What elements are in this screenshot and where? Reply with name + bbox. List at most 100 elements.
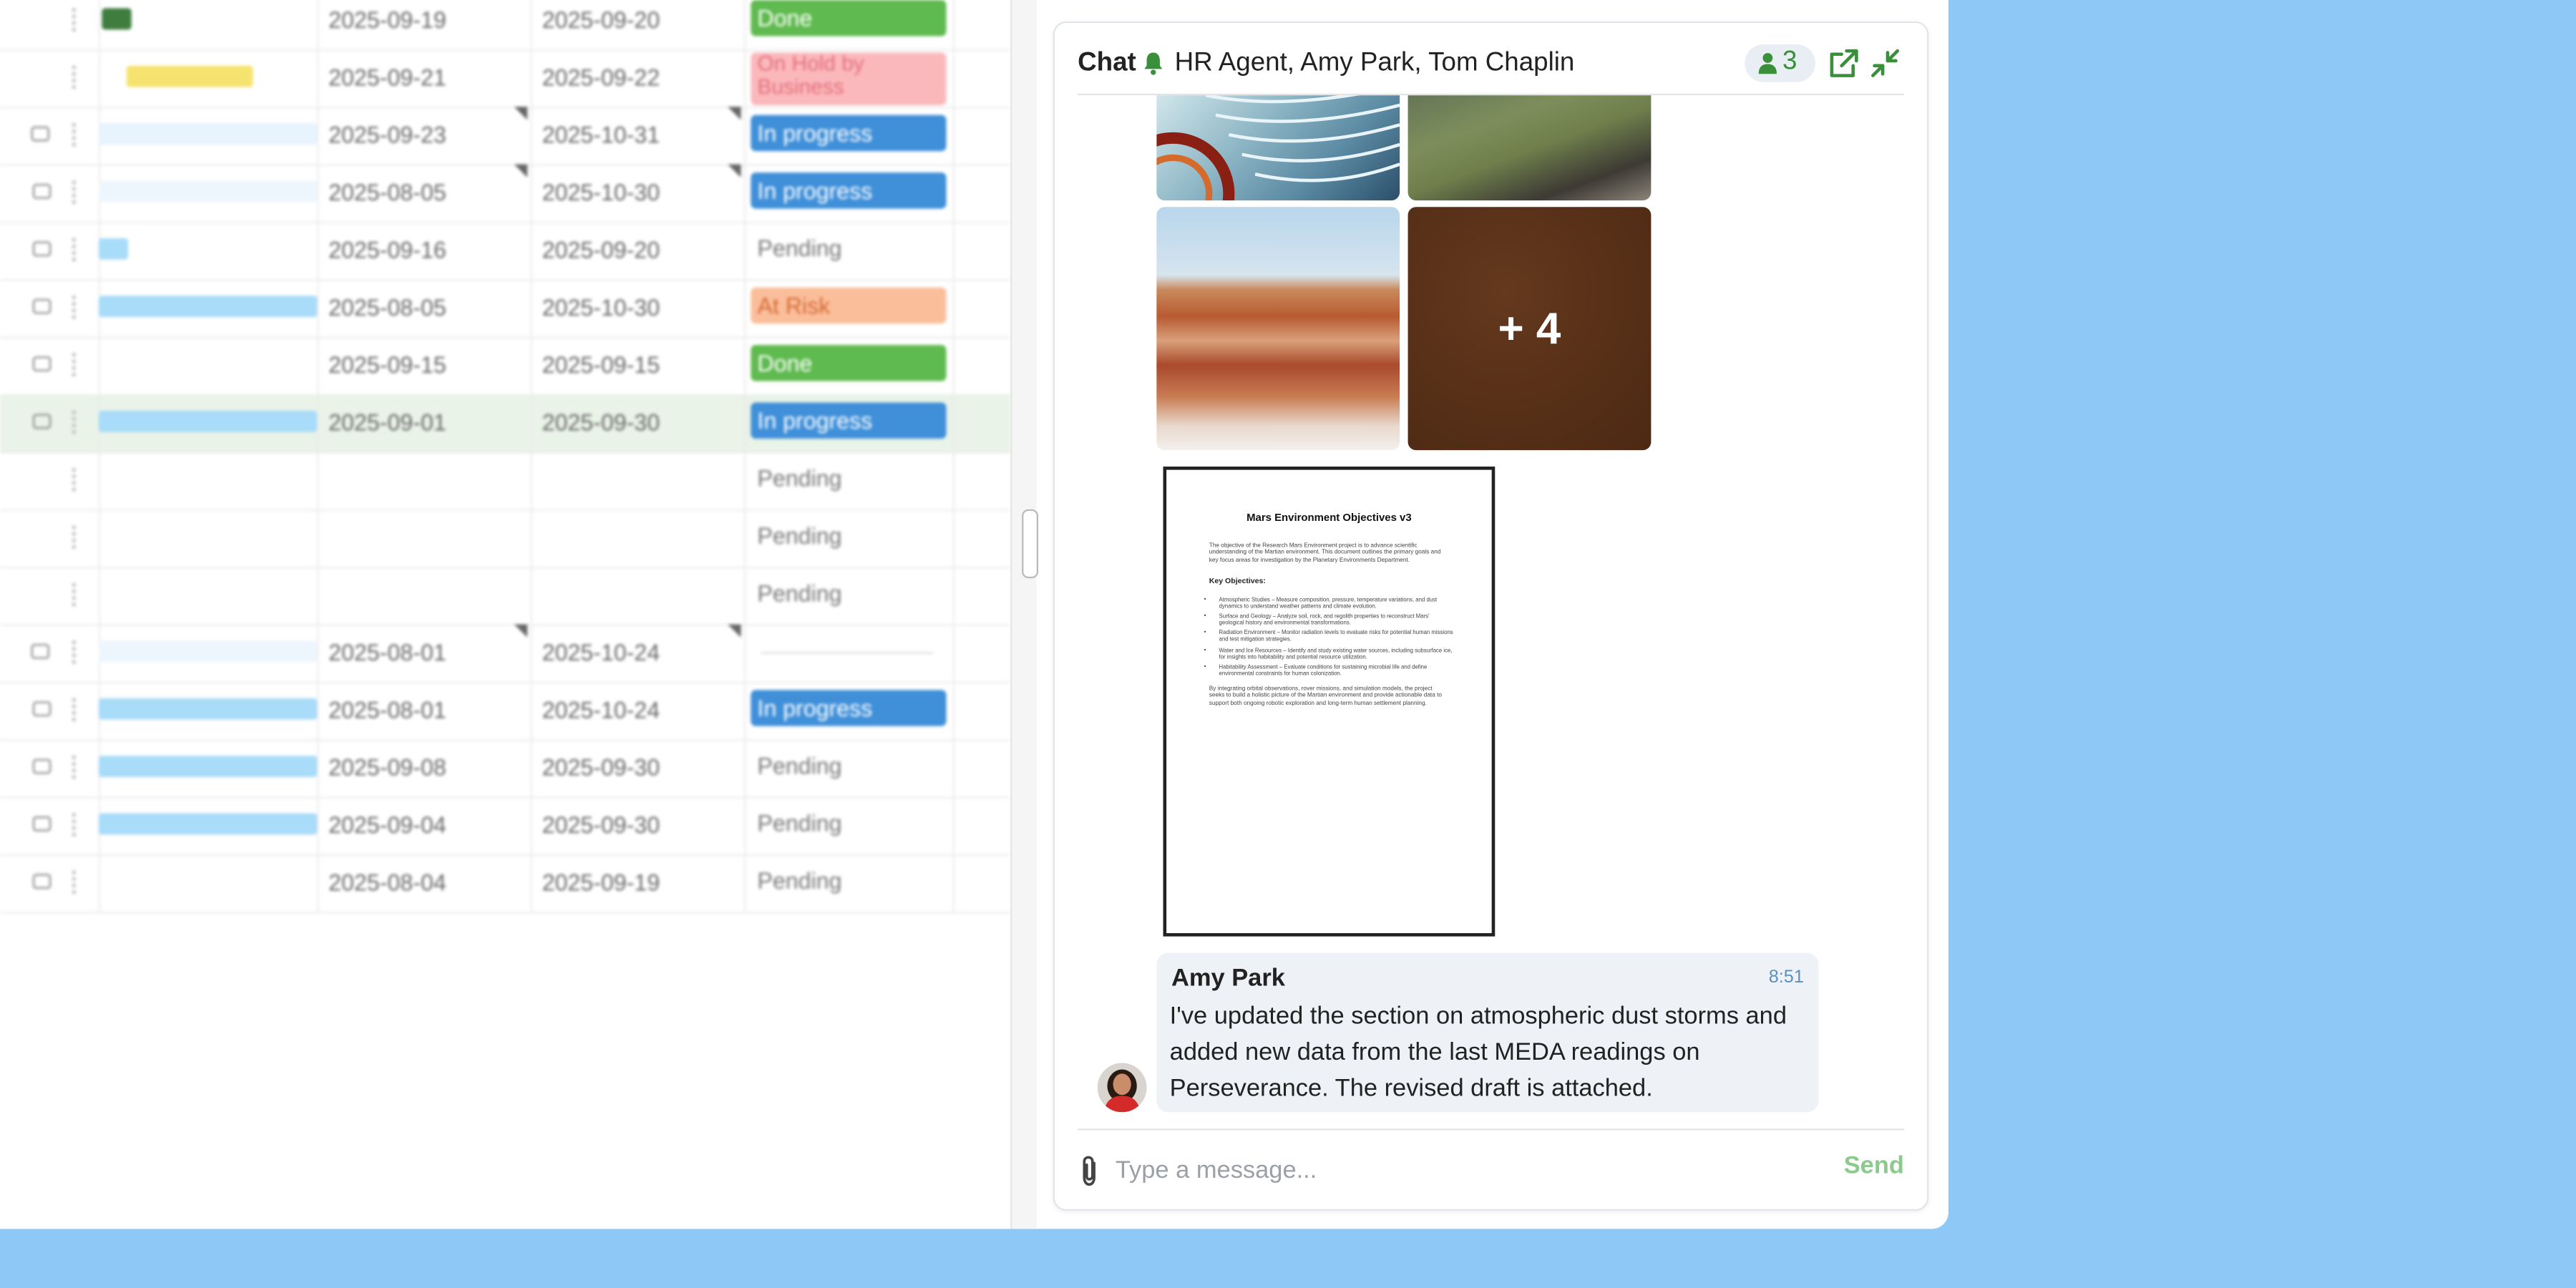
table-row[interactable]: 2025-08-04 2025-09-19 Pending xyxy=(0,854,1010,914)
status-cell[interactable]: In progress xyxy=(744,107,955,165)
table-row[interactable]: 2025-08-01 2025-10-24 xyxy=(0,624,1010,684)
end-date-cell[interactable] xyxy=(531,567,746,625)
start-date-cell[interactable]: 2025-09-01 xyxy=(317,394,532,452)
end-date-cell[interactable]: 2025-09-19 xyxy=(531,854,746,912)
row-handle-cell[interactable] xyxy=(0,567,101,625)
start-date-cell[interactable]: 2025-09-04 xyxy=(317,796,532,854)
table-row[interactable]: 2025-09-15 2025-09-15 Done xyxy=(0,336,1010,396)
table-row[interactable]: 2025-09-19 2025-09-20 Done xyxy=(0,0,1010,52)
send-button[interactable]: Send xyxy=(1844,1151,1904,1179)
table-row[interactable]: 2025-09-04 2025-09-30 Pending xyxy=(0,796,1010,857)
start-date-cell[interactable]: 2025-08-05 xyxy=(317,164,532,222)
table-row[interactable]: 2025-09-01 2025-09-30 In progress xyxy=(0,394,1010,454)
table-row[interactable]: Pending xyxy=(0,509,1010,569)
end-date-cell[interactable]: 2025-09-30 xyxy=(531,796,746,854)
timeline-bar[interactable] xyxy=(98,180,318,203)
table-row[interactable]: 2025-08-05 2025-10-30 In progress xyxy=(0,164,1010,224)
start-date-cell[interactable] xyxy=(317,567,532,625)
end-date-cell[interactable]: 2025-10-30 xyxy=(531,164,746,222)
timeline-bar[interactable] xyxy=(98,698,318,720)
drag-handle-icon[interactable] xyxy=(72,180,79,204)
row-handle-cell[interactable] xyxy=(0,509,101,567)
table-row[interactable]: 2025-09-16 2025-09-20 Pending xyxy=(0,221,1010,281)
drag-handle-icon[interactable] xyxy=(72,8,79,31)
drag-handle-icon[interactable] xyxy=(72,870,79,894)
end-date-cell[interactable]: 2025-09-22 xyxy=(531,49,746,107)
participant-count-badge[interactable]: 3 xyxy=(1745,44,1815,82)
row-handle-cell[interactable] xyxy=(0,681,101,740)
timeline-bar[interactable] xyxy=(98,640,318,663)
start-date-cell[interactable]: 2025-08-05 xyxy=(317,279,532,337)
row-handle-cell[interactable] xyxy=(0,221,101,280)
end-date-cell[interactable]: 2025-09-15 xyxy=(531,336,746,395)
start-date-cell[interactable]: 2025-09-19 xyxy=(317,0,532,49)
timeline-bar[interactable] xyxy=(102,8,132,30)
status-cell[interactable]: In progress xyxy=(744,164,955,222)
status-cell[interactable] xyxy=(744,624,955,682)
drag-handle-icon[interactable] xyxy=(72,698,79,721)
drag-handle-icon[interactable] xyxy=(72,410,79,434)
drag-handle-icon[interactable] xyxy=(72,296,79,319)
row-handle-cell[interactable] xyxy=(0,739,101,797)
start-date-cell[interactable]: 2025-08-01 xyxy=(317,624,532,682)
status-cell[interactable]: Done xyxy=(744,336,955,395)
end-date-cell[interactable]: 2025-09-20 xyxy=(531,221,746,280)
drag-handle-icon[interactable] xyxy=(72,583,79,607)
panel-splitter[interactable] xyxy=(1010,0,1037,1229)
end-date-cell[interactable]: 2025-09-30 xyxy=(531,394,746,452)
timeline-bar[interactable] xyxy=(126,65,253,87)
start-date-cell[interactable] xyxy=(317,509,532,567)
end-date-cell[interactable] xyxy=(531,452,746,509)
start-date-cell[interactable]: 2025-09-16 xyxy=(317,221,532,280)
drag-handle-icon[interactable] xyxy=(72,640,79,664)
table-row[interactable]: Pending xyxy=(0,567,1010,626)
row-handle-cell[interactable] xyxy=(0,164,101,222)
start-date-cell[interactable] xyxy=(317,452,532,509)
status-cell[interactable]: At Risk xyxy=(744,279,955,337)
drag-handle-icon[interactable] xyxy=(72,813,79,836)
row-handle-cell[interactable] xyxy=(0,0,101,49)
table-row[interactable]: Pending xyxy=(0,452,1010,512)
start-date-cell[interactable]: 2025-08-01 xyxy=(317,681,532,740)
start-date-cell[interactable]: 2025-08-04 xyxy=(317,854,532,912)
drag-handle-icon[interactable] xyxy=(72,353,79,376)
drag-handle-icon[interactable] xyxy=(72,65,79,89)
external-link-icon[interactable] xyxy=(1828,48,1860,79)
end-date-cell[interactable]: 2025-10-31 xyxy=(531,107,746,165)
status-cell[interactable]: In progress xyxy=(744,681,955,740)
drag-handle-icon[interactable] xyxy=(72,756,79,779)
paperclip-icon[interactable] xyxy=(1079,1155,1099,1188)
drag-handle-icon[interactable] xyxy=(72,525,79,549)
image-thumbnail-swirl[interactable] xyxy=(1156,79,1400,201)
row-handle-cell[interactable] xyxy=(0,279,101,337)
table-row[interactable]: 2025-09-08 2025-09-30 Pending xyxy=(0,739,1010,799)
status-cell[interactable]: Pending xyxy=(744,452,955,509)
drag-handle-icon[interactable] xyxy=(72,238,79,262)
table-row[interactable]: 2025-09-23 2025-10-31 In progress xyxy=(0,107,1010,166)
row-handle-cell[interactable] xyxy=(0,854,101,912)
timeline-bar[interactable] xyxy=(98,756,318,777)
drag-handle-icon[interactable] xyxy=(72,468,79,492)
status-cell[interactable]: Pending xyxy=(744,221,955,280)
end-date-cell[interactable] xyxy=(531,509,746,567)
resize-handle[interactable] xyxy=(1022,509,1039,579)
timeline-bar[interactable] xyxy=(98,813,318,835)
image-thumbnail-more[interactable]: + 4 xyxy=(1407,207,1652,451)
start-date-cell[interactable]: 2025-09-08 xyxy=(317,739,532,797)
table-row[interactable]: 2025-09-21 2025-09-22 On Hold by Business xyxy=(0,49,1010,109)
end-date-cell[interactable]: 2025-10-30 xyxy=(531,279,746,337)
status-cell[interactable]: Done xyxy=(744,0,955,49)
start-date-cell[interactable]: 2025-09-23 xyxy=(317,107,532,165)
status-cell[interactable]: Pending xyxy=(744,739,955,797)
row-handle-cell[interactable] xyxy=(0,452,101,509)
status-cell[interactable]: Pending xyxy=(744,509,955,567)
start-date-cell[interactable]: 2025-09-15 xyxy=(317,336,532,395)
timeline-bar[interactable] xyxy=(98,410,318,432)
image-thumbnail-terrain[interactable] xyxy=(1407,79,1652,201)
table-row[interactable]: 2025-08-05 2025-10-30 At Risk xyxy=(0,279,1010,338)
timeline-bar[interactable] xyxy=(98,123,318,145)
end-date-cell[interactable]: 2025-09-30 xyxy=(531,739,746,797)
row-handle-cell[interactable] xyxy=(0,796,101,854)
end-date-cell[interactable]: 2025-10-24 xyxy=(531,681,746,740)
drag-handle-icon[interactable] xyxy=(72,123,79,147)
